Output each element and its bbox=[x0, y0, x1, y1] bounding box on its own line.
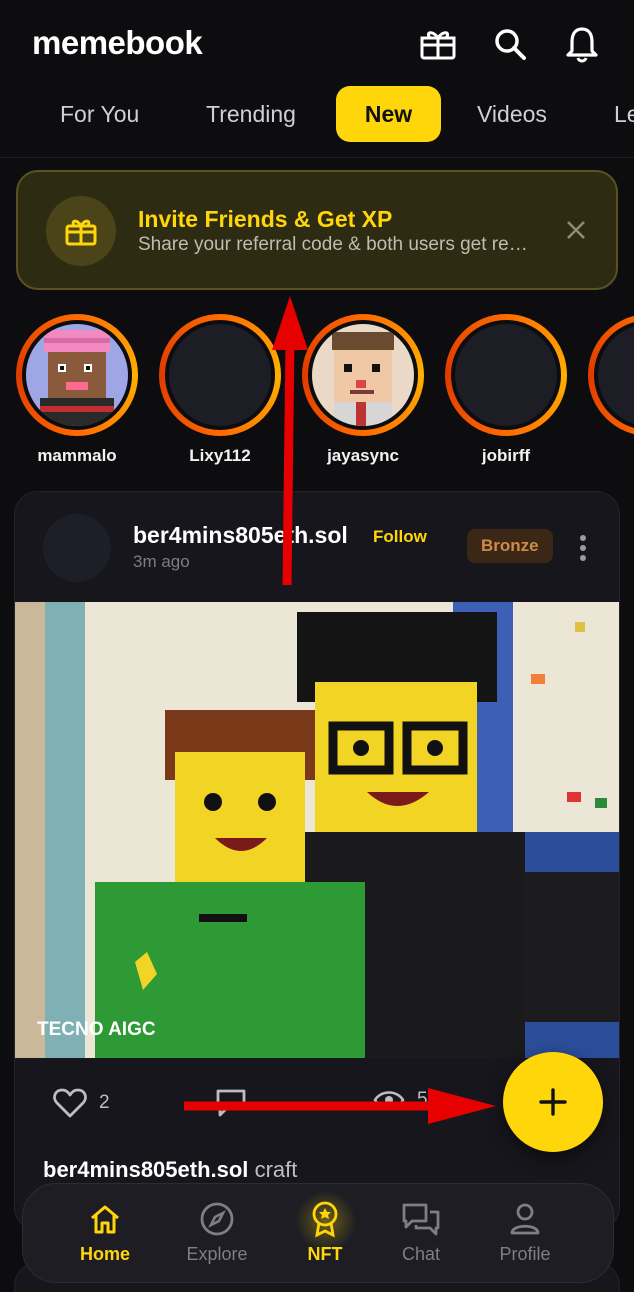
story-name: jayasync bbox=[327, 446, 399, 465]
tab-videos[interactable]: Videos bbox=[453, 86, 571, 142]
nav-home[interactable]: Home bbox=[55, 1202, 155, 1265]
avatar bbox=[22, 320, 132, 430]
story-item[interactable]: mammalo bbox=[15, 314, 139, 466]
heart-icon bbox=[53, 1088, 87, 1118]
story-ring bbox=[302, 314, 424, 436]
like-button[interactable]: 2 bbox=[53, 1088, 110, 1118]
bell-icon[interactable] bbox=[562, 24, 602, 64]
nav-explore[interactable]: Explore bbox=[167, 1202, 267, 1265]
banner-subtitle: Share your referral code & both users ge… bbox=[138, 234, 538, 255]
invite-banner[interactable]: Invite Friends & Get XP Share your refer… bbox=[16, 170, 618, 290]
story-ring bbox=[159, 314, 281, 436]
create-post-button[interactable] bbox=[503, 1052, 603, 1152]
tab-new[interactable]: New bbox=[336, 86, 441, 142]
story-name: Lixy112 bbox=[189, 446, 251, 465]
search-icon[interactable] bbox=[490, 24, 530, 64]
image-watermark: TECNO AIGC bbox=[37, 1019, 156, 1040]
app-logo[interactable]: memebook bbox=[32, 24, 203, 62]
comment-icon bbox=[216, 1089, 246, 1117]
close-icon[interactable] bbox=[564, 218, 588, 242]
story-item[interactable]: jobirff bbox=[444, 314, 568, 466]
nav-label: Home bbox=[79, 1244, 130, 1264]
medal-icon bbox=[312, 1201, 338, 1238]
tab-for-you[interactable]: For You bbox=[36, 86, 163, 142]
follow-button[interactable]: Follow bbox=[373, 527, 427, 547]
caption-username[interactable]: ber4mins805eth.sol bbox=[43, 1157, 248, 1182]
story-item[interactable] bbox=[587, 314, 634, 436]
stories-row: mammalo Lixy112 jayasync jobirff bbox=[0, 314, 634, 474]
post-image[interactable]: TECNO AIGC bbox=[15, 602, 619, 1058]
home-icon bbox=[91, 1205, 119, 1234]
avatar bbox=[451, 320, 561, 430]
chat-icon bbox=[402, 1203, 440, 1236]
avatar bbox=[308, 320, 418, 430]
top-header: memebook For You Trending New Videos Le bbox=[0, 0, 634, 158]
avatar bbox=[594, 320, 634, 430]
gift-icon bbox=[46, 196, 116, 266]
story-item[interactable]: Lixy112 bbox=[158, 314, 282, 466]
story-name: mammalo bbox=[37, 446, 117, 465]
banner-title: Invite Friends & Get XP bbox=[138, 206, 393, 232]
nav-label: Profile bbox=[499, 1244, 551, 1264]
tier-badge: Bronze bbox=[467, 529, 553, 563]
story-name: jobirff bbox=[481, 446, 531, 465]
eye-icon bbox=[373, 1091, 405, 1109]
bottom-nav: Home Explore NFT Chat Profile bbox=[22, 1183, 614, 1283]
nav-nft[interactable]: NFT bbox=[275, 1201, 375, 1265]
nav-label: Explore bbox=[186, 1244, 248, 1264]
plus-icon bbox=[539, 1088, 567, 1116]
nav-chat[interactable]: Chat bbox=[371, 1202, 471, 1265]
avatar bbox=[165, 320, 275, 430]
views-count: 5 bbox=[417, 1089, 428, 1110]
comment-button[interactable] bbox=[215, 1088, 247, 1118]
like-count: 2 bbox=[99, 1092, 110, 1113]
nav-label: Chat bbox=[401, 1244, 441, 1264]
story-ring bbox=[445, 314, 567, 436]
post-timestamp: 3m ago bbox=[133, 552, 190, 571]
story-ring bbox=[16, 314, 138, 436]
story-item[interactable]: jayasync bbox=[301, 314, 425, 466]
tab-more-cut[interactable]: Le bbox=[590, 86, 634, 142]
gift-icon[interactable] bbox=[418, 24, 458, 64]
caption-text: craft bbox=[254, 1157, 298, 1182]
story-ring bbox=[588, 314, 634, 436]
feed-tabs: For You Trending New Videos Le bbox=[0, 86, 634, 144]
post-caption: ber4mins805eth.sol craft bbox=[43, 1157, 297, 1183]
nav-profile[interactable]: Profile bbox=[475, 1202, 575, 1265]
more-options-icon[interactable] bbox=[579, 534, 587, 562]
avatar[interactable] bbox=[43, 514, 111, 582]
post-username[interactable]: ber4mins805eth.sol bbox=[133, 522, 348, 549]
tab-trending[interactable]: Trending bbox=[182, 86, 320, 142]
nav-label: NFT bbox=[307, 1244, 343, 1264]
user-icon bbox=[510, 1203, 540, 1235]
compass-icon bbox=[200, 1202, 234, 1236]
views-counter: 5 bbox=[373, 1088, 428, 1112]
